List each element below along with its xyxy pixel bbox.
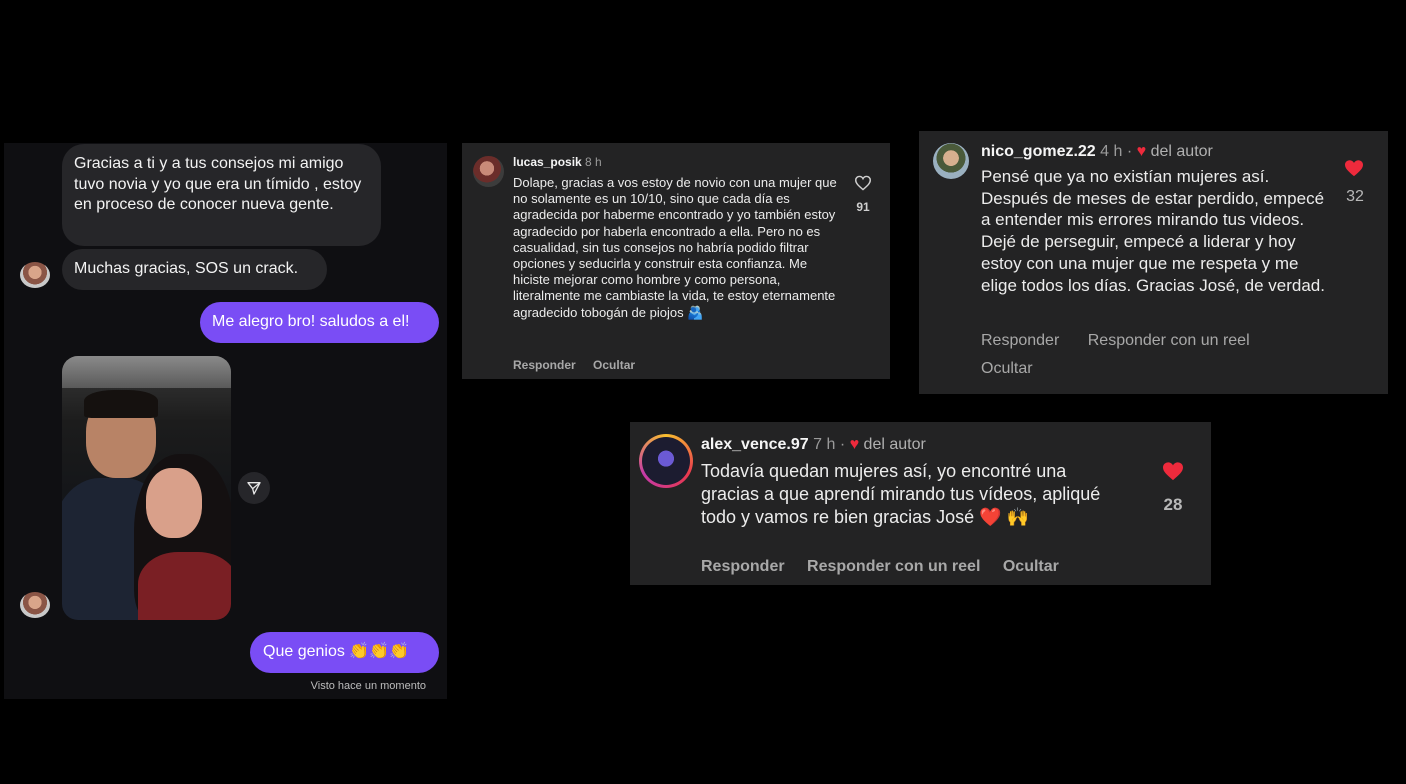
message-bubble-received[interactable]: Gracias a ti y a tus consejos mi amigo t… (62, 144, 381, 246)
comment-actions: Responder Ocultar (513, 358, 649, 372)
comment-actions: Responder Responder con un reel Ocultar (981, 327, 1301, 383)
heart-filled-icon[interactable] (1162, 461, 1184, 481)
heart-outline-icon[interactable] (854, 175, 872, 191)
comment-card: alex_vence.97 7 h · ♥ del autor Todavía … (630, 422, 1211, 585)
reply-button[interactable]: Responder (981, 332, 1059, 349)
comment-text: Dolape, gracias a vos estoy de novio con… (513, 175, 837, 320)
avatar[interactable] (933, 143, 969, 179)
seen-status: Visto hace un momento (310, 680, 426, 692)
comment-username[interactable]: nico_gomez.22 (981, 143, 1096, 160)
avatar[interactable] (20, 592, 50, 618)
like-count: 28 (1163, 495, 1183, 514)
author-liked-label: del autor (863, 436, 926, 453)
comment-actions: Responder Responder con un reel Ocultar (701, 558, 1077, 576)
share-button[interactable] (238, 472, 270, 504)
avatar-story-ring[interactable] (639, 434, 693, 488)
reply-with-reel-button[interactable]: Responder con un reel (807, 558, 980, 575)
comment-text: Todavía quedan mujeres así, yo encontré … (701, 461, 1101, 527)
like-count: 32 (1346, 188, 1364, 205)
comment-time: 8 h (585, 155, 602, 169)
reply-button[interactable]: Responder (701, 558, 785, 575)
author-liked-label: del autor (1150, 143, 1213, 160)
hide-button[interactable]: Ocultar (593, 358, 635, 372)
message-bubble-sent[interactable]: Me alegro bro! saludos a el! (200, 302, 439, 343)
reply-with-reel-button[interactable]: Responder con un reel (1088, 332, 1250, 349)
comment-time: 4 h (1100, 143, 1123, 160)
comment-time: 7 h (813, 436, 836, 453)
avatar[interactable] (20, 262, 50, 288)
message-bubble-sent[interactable]: Que genios 👏👏👏 (250, 632, 439, 673)
avatar[interactable] (473, 156, 504, 187)
comment-header: nico_gomez.22 4 h · ♥ del autor (981, 143, 1213, 160)
comment-username[interactable]: lucas_posik (513, 155, 582, 169)
dm-conversation: Gracias a ti y a tus consejos mi amigo t… (4, 143, 447, 699)
hide-button[interactable]: Ocultar (981, 360, 1033, 377)
heart-filled-icon: ♥ (849, 436, 860, 453)
comment-header: lucas_posik 8 h (513, 155, 602, 169)
reply-button[interactable]: Responder (513, 358, 576, 372)
comment-text: Pensé que ya no existían mujeres así. De… (981, 167, 1325, 295)
comment-username[interactable]: alex_vence.97 (701, 436, 809, 453)
hide-button[interactable]: Ocultar (1003, 558, 1059, 575)
comment-card: lucas_posik 8 h Dolape, gracias a vos es… (462, 143, 890, 379)
comment-header: alex_vence.97 7 h · ♥ del autor (701, 436, 926, 453)
heart-filled-icon[interactable] (1344, 159, 1364, 177)
share-icon (247, 482, 261, 495)
shared-photo[interactable] (62, 356, 231, 620)
like-count: 91 (856, 200, 870, 214)
heart-filled-icon: ♥ (1136, 143, 1147, 160)
message-bubble-received[interactable]: Muchas gracias, SOS un crack. (62, 249, 327, 290)
comment-card: nico_gomez.22 4 h · ♥ del autor Pensé qu… (919, 131, 1388, 394)
